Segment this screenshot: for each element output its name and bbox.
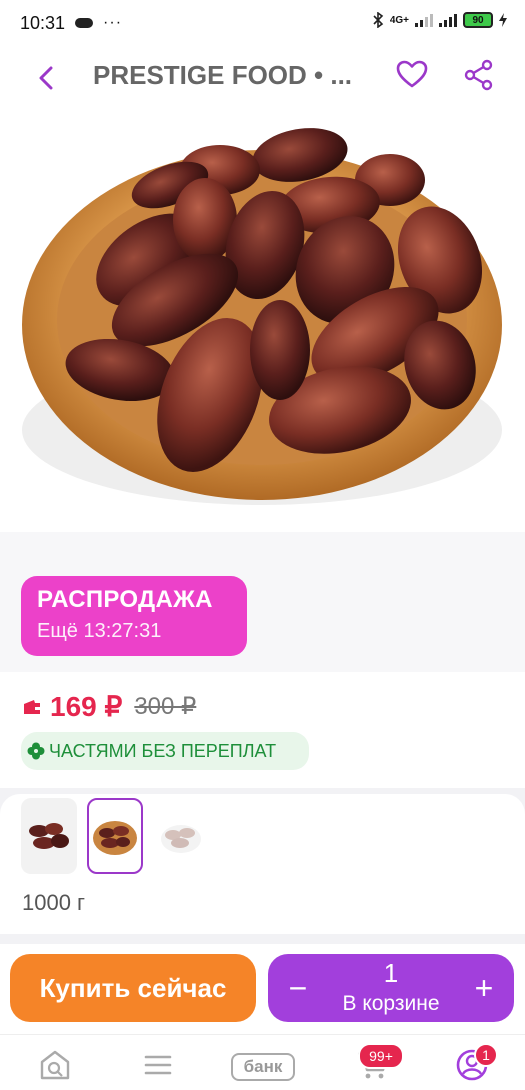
cloud-icon	[75, 18, 94, 28]
dates-on-plate-image	[0, 110, 525, 532]
dates-on-plate-thumbnail-image	[93, 821, 137, 855]
store-title[interactable]: PRESTIGE FOOD • ...	[93, 60, 383, 91]
current-price: 169 ₽	[50, 691, 123, 722]
nav-bank[interactable]: банк	[231, 1053, 295, 1081]
old-price: 300 ₽	[134, 693, 197, 720]
heart-icon	[396, 60, 428, 88]
sale-badge[interactable]: РАСПРОДАЖА Ещё 13:27:31	[21, 576, 247, 656]
share-icon	[464, 59, 493, 91]
dates-thumbnail-image	[29, 823, 69, 849]
charging-icon	[499, 13, 507, 27]
cart-count-badge: 99+	[358, 1043, 404, 1069]
variant-weight: 1000 г	[22, 890, 86, 915]
favorite-button[interactable]	[395, 58, 429, 92]
back-button[interactable]	[30, 62, 62, 94]
status-time: 10:31	[20, 12, 66, 33]
variant-thumb-2[interactable]	[87, 798, 143, 874]
profile-notification-badge: 1	[474, 1043, 498, 1067]
signal-icon-1	[415, 13, 433, 27]
variant-section: 1000 г	[0, 794, 525, 934]
network-type: 4G+	[389, 14, 409, 26]
bluetooth-icon	[373, 12, 384, 28]
chevron-left-icon	[39, 66, 53, 90]
sale-section: РАСПРОДАЖА Ещё 13:27:31	[0, 532, 525, 672]
variant-thumb-3[interactable]	[153, 798, 209, 874]
nav-catalog[interactable]	[138, 1049, 178, 1081]
share-button[interactable]	[462, 58, 496, 92]
buy-now-button[interactable]: Купить сейчас	[10, 954, 256, 1022]
price-row: 169 ₽ 300 ₽	[22, 690, 196, 723]
sale-label: РАСПРОДАЖА	[37, 586, 213, 613]
status-more-dots: ···	[103, 14, 123, 31]
dates-bowl-thumbnail-image	[161, 825, 201, 853]
product-header: PRESTIGE FOOD • ...	[0, 46, 525, 110]
product-photo[interactable]	[0, 110, 525, 532]
variant-thumb-1[interactable]	[21, 798, 77, 874]
installment-text: ЧАСТЯМИ БЕЗ ПЕРЕПЛАТ	[49, 740, 277, 761]
wallet-icon	[24, 699, 40, 714]
variant-thumbnails	[21, 798, 209, 874]
signal-icon-2	[439, 13, 457, 27]
menu-icon	[144, 1055, 172, 1075]
clover-icon	[27, 742, 45, 760]
sale-timer: Ещё 13:27:31	[37, 620, 162, 642]
battery-icon: 90	[463, 12, 493, 28]
search-home-icon	[40, 1050, 70, 1080]
nav-home[interactable]	[35, 1049, 75, 1081]
bottom-navigation: банк 99+ 1	[0, 1034, 525, 1090]
installment-badge[interactable]: ЧАСТЯМИ БЕЗ ПЕРЕПЛАТ	[21, 732, 309, 770]
status-right-icons: 4G+ 90	[372, 12, 507, 28]
increase-quantity-button[interactable]: +	[464, 966, 504, 1010]
price-section: 169 ₽ 300 ₽ ЧАСТЯМИ БЕЗ ПЕРЕПЛАТ	[0, 672, 525, 788]
action-bar: Купить сейчас − 1 В корзине +	[0, 944, 525, 1034]
status-bar: 10:31 ··· 4G+ 90	[0, 0, 525, 46]
cart-quantity-stepper[interactable]: − 1 В корзине +	[268, 954, 514, 1022]
